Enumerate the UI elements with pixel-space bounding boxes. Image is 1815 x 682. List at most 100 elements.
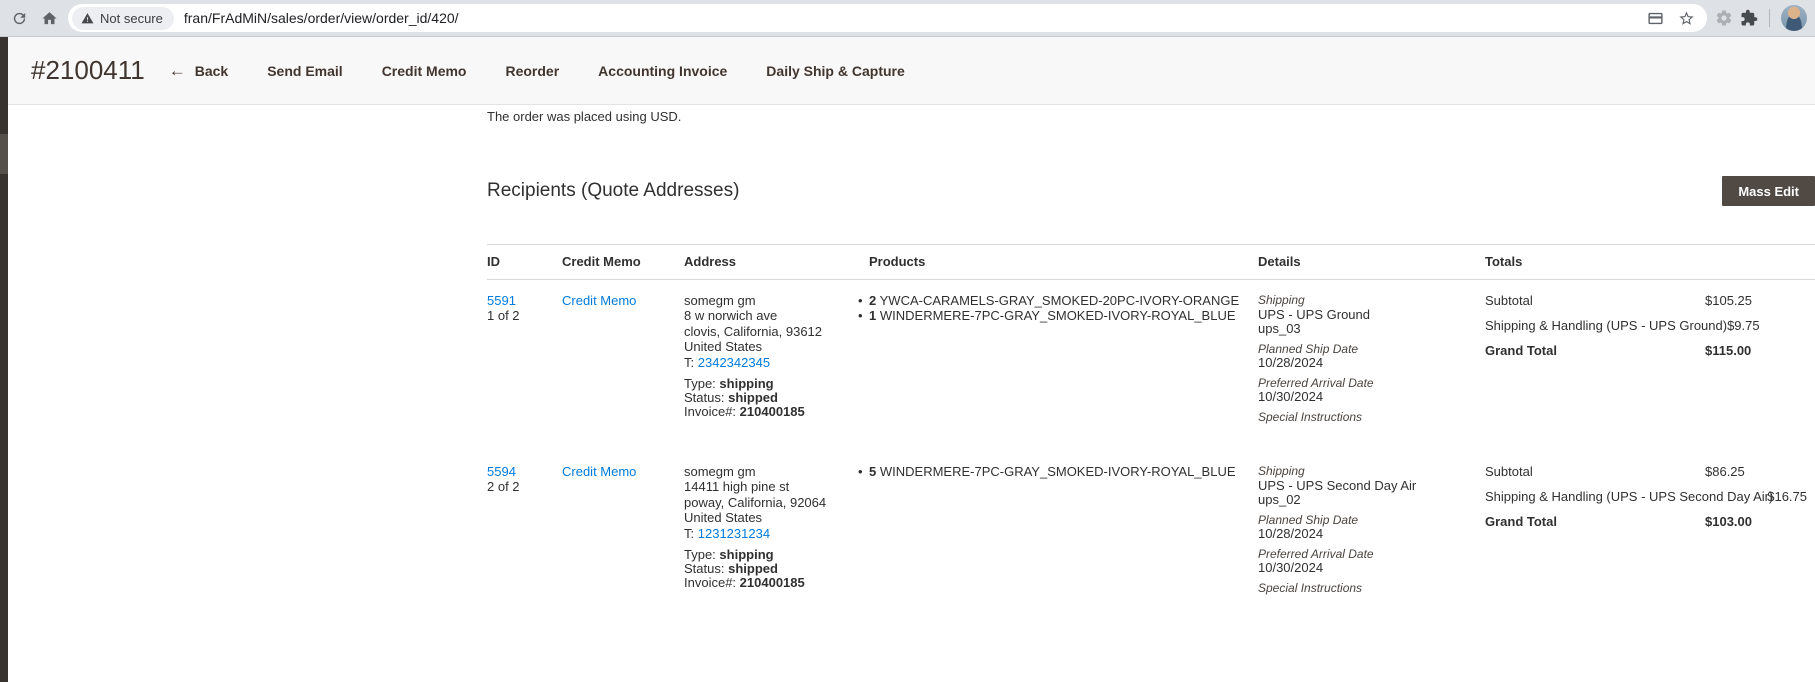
status-value: shipped: [728, 390, 778, 405]
planned-ship-date-label: Planned Ship Date: [1258, 342, 1477, 357]
recipients-section-title: Recipients (Quote Addresses): [487, 180, 739, 202]
col-header-id: ID: [487, 245, 562, 280]
type-value: shipping: [719, 547, 773, 562]
browser-toolbar: Not secure fran/FrAdMiN/sales/order/view…: [0, 0, 1815, 37]
daily-ship-capture-button[interactable]: Daily Ship & Capture: [766, 63, 904, 79]
phone-link[interactable]: 1231231234: [698, 526, 770, 541]
row-position: 1 of 2: [487, 308, 554, 323]
invoice-value: 210400185: [740, 404, 805, 419]
invoice-label: Invoice#:: [684, 575, 736, 590]
status-value: shipped: [728, 561, 778, 576]
invoice-value: 210400185: [740, 575, 805, 590]
preferred-arrival-date-label: Preferred Arrival Date: [1258, 547, 1477, 562]
products-list: 5 WINDERMERE-7PC-GRAY_SMOKED-IVORY-ROYAL…: [858, 464, 1250, 479]
credit-memo-button[interactable]: Credit Memo: [382, 63, 467, 79]
phone-label: T:: [684, 355, 694, 370]
shipping-label: Shipping: [1258, 293, 1477, 308]
table-row: 5591 1 of 2 Credit Memo somegm gm 8 w no…: [487, 280, 1815, 452]
product-item: 1 WINDERMERE-7PC-GRAY_SMOKED-IVORY-ROYAL…: [858, 308, 1250, 323]
address-name: somegm gm: [684, 293, 850, 308]
disabled-extension-icon: [1715, 9, 1733, 27]
extensions-puzzle-icon[interactable]: [1740, 9, 1758, 27]
type-label: Type:: [684, 547, 716, 562]
col-header-credit-memo: Credit Memo: [562, 245, 684, 280]
product-qty: 5: [869, 464, 876, 479]
reload-icon: [11, 10, 28, 27]
home-button[interactable]: [34, 3, 64, 33]
invoice-label: Invoice#:: [684, 404, 736, 419]
total-subtotal: Subtotal $86.25: [1485, 464, 1807, 480]
special-instructions-label: Special Instructions: [1258, 581, 1477, 596]
table-row: 5594 2 of 2 Credit Memo somegm gm 14411 …: [487, 451, 1815, 622]
url-bar[interactable]: Not secure fran/FrAdMiN/sales/order/view…: [68, 4, 1707, 32]
admin-sidebar-strip[interactable]: [0, 37, 8, 682]
accounting-invoice-button[interactable]: Accounting Invoice: [598, 63, 727, 79]
recipients-table: ID Credit Memo Address Products Details …: [487, 244, 1815, 622]
shipping-method-code: ups_02: [1258, 493, 1477, 508]
quote-address-id-link[interactable]: 5591: [487, 293, 516, 308]
warning-icon: [81, 12, 94, 25]
toolbar-divider: [1769, 9, 1770, 27]
row-position: 2 of 2: [487, 479, 554, 494]
col-header-totals: Totals: [1485, 245, 1815, 280]
col-header-products: Products: [858, 245, 1258, 280]
col-header-address: Address: [684, 245, 858, 280]
bookmark-star-icon[interactable]: [1678, 10, 1695, 27]
credit-memo-link[interactable]: Credit Memo: [562, 464, 636, 479]
send-email-button[interactable]: Send Email: [267, 63, 342, 79]
shipping-method: UPS - UPS Ground: [1258, 308, 1477, 323]
product-item: 2 YWCA-CARAMELS-GRAY_SMOKED-20PC-IVORY-O…: [858, 293, 1250, 308]
type-value: shipping: [719, 376, 773, 391]
security-label: Not secure: [100, 11, 163, 26]
phone-link[interactable]: 2342342345: [698, 355, 770, 370]
col-header-details: Details: [1258, 245, 1485, 280]
order-content: The order was placed using USD. Recipien…: [487, 105, 1815, 622]
mass-edit-button[interactable]: Mass Edit: [1722, 176, 1815, 206]
home-icon: [41, 10, 58, 27]
credit-memo-link[interactable]: Credit Memo: [562, 293, 636, 308]
address-name: somegm gm: [684, 464, 850, 479]
shipping-method-code: ups_03: [1258, 322, 1477, 337]
address-country: United States: [684, 510, 850, 525]
address-city: poway, California, 92064: [684, 495, 850, 510]
product-sku: WINDERMERE-7PC-GRAY_SMOKED-IVORY-ROYAL_B…: [880, 464, 1236, 479]
planned-ship-date: 10/28/2024: [1258, 356, 1477, 371]
currency-notice: The order was placed using USD.: [487, 109, 1815, 124]
phone-label: T:: [684, 526, 694, 541]
total-subtotal: Subtotal $105.25: [1485, 293, 1807, 309]
order-number: #2100411: [31, 55, 145, 86]
total-shipping: Shipping & Handling (UPS - UPS Ground) $…: [1485, 318, 1807, 334]
address-street: 8 w norwich ave: [684, 308, 850, 323]
address-street: 14411 high pine st: [684, 479, 850, 494]
payment-card-icon[interactable]: [1647, 10, 1664, 27]
product-qty: 2: [869, 293, 876, 308]
quote-address-id-link[interactable]: 5594: [487, 464, 516, 479]
back-button[interactable]: ← Back: [169, 62, 228, 79]
status-label: Status:: [684, 390, 724, 405]
type-label: Type:: [684, 376, 716, 391]
reload-button[interactable]: [4, 3, 34, 33]
planned-ship-date: 10/28/2024: [1258, 527, 1477, 542]
product-item: 5 WINDERMERE-7PC-GRAY_SMOKED-IVORY-ROYAL…: [858, 464, 1250, 479]
planned-ship-date-label: Planned Ship Date: [1258, 513, 1477, 528]
special-instructions-label: Special Instructions: [1258, 410, 1477, 425]
product-qty: 1: [869, 308, 876, 323]
reorder-button[interactable]: Reorder: [505, 63, 559, 79]
products-list: 2 YWCA-CARAMELS-GRAY_SMOKED-20PC-IVORY-O…: [858, 293, 1250, 324]
back-arrow-icon: ←: [169, 62, 186, 79]
product-sku: WINDERMERE-7PC-GRAY_SMOKED-IVORY-ROYAL_B…: [880, 308, 1236, 323]
shipping-label: Shipping: [1258, 464, 1477, 479]
preferred-arrival-date: 10/30/2024: [1258, 390, 1477, 405]
order-page-header: #2100411 ← Back Send Email Credit Memo R…: [8, 37, 1815, 105]
preferred-arrival-date: 10/30/2024: [1258, 561, 1477, 576]
order-actions: ← Back Send Email Credit Memo Reorder Ac…: [169, 62, 905, 79]
url-text[interactable]: fran/FrAdMiN/sales/order/view/order_id/4…: [184, 10, 1647, 26]
preferred-arrival-date-label: Preferred Arrival Date: [1258, 376, 1477, 391]
address-country: United States: [684, 339, 850, 354]
shipping-method: UPS - UPS Second Day Air: [1258, 479, 1477, 494]
back-label: Back: [195, 63, 228, 79]
site-security-chip[interactable]: Not secure: [72, 7, 174, 30]
profile-avatar[interactable]: [1781, 5, 1807, 31]
total-grand: Grand Total $103.00: [1485, 514, 1807, 530]
address-city: clovis, California, 93612: [684, 324, 850, 339]
